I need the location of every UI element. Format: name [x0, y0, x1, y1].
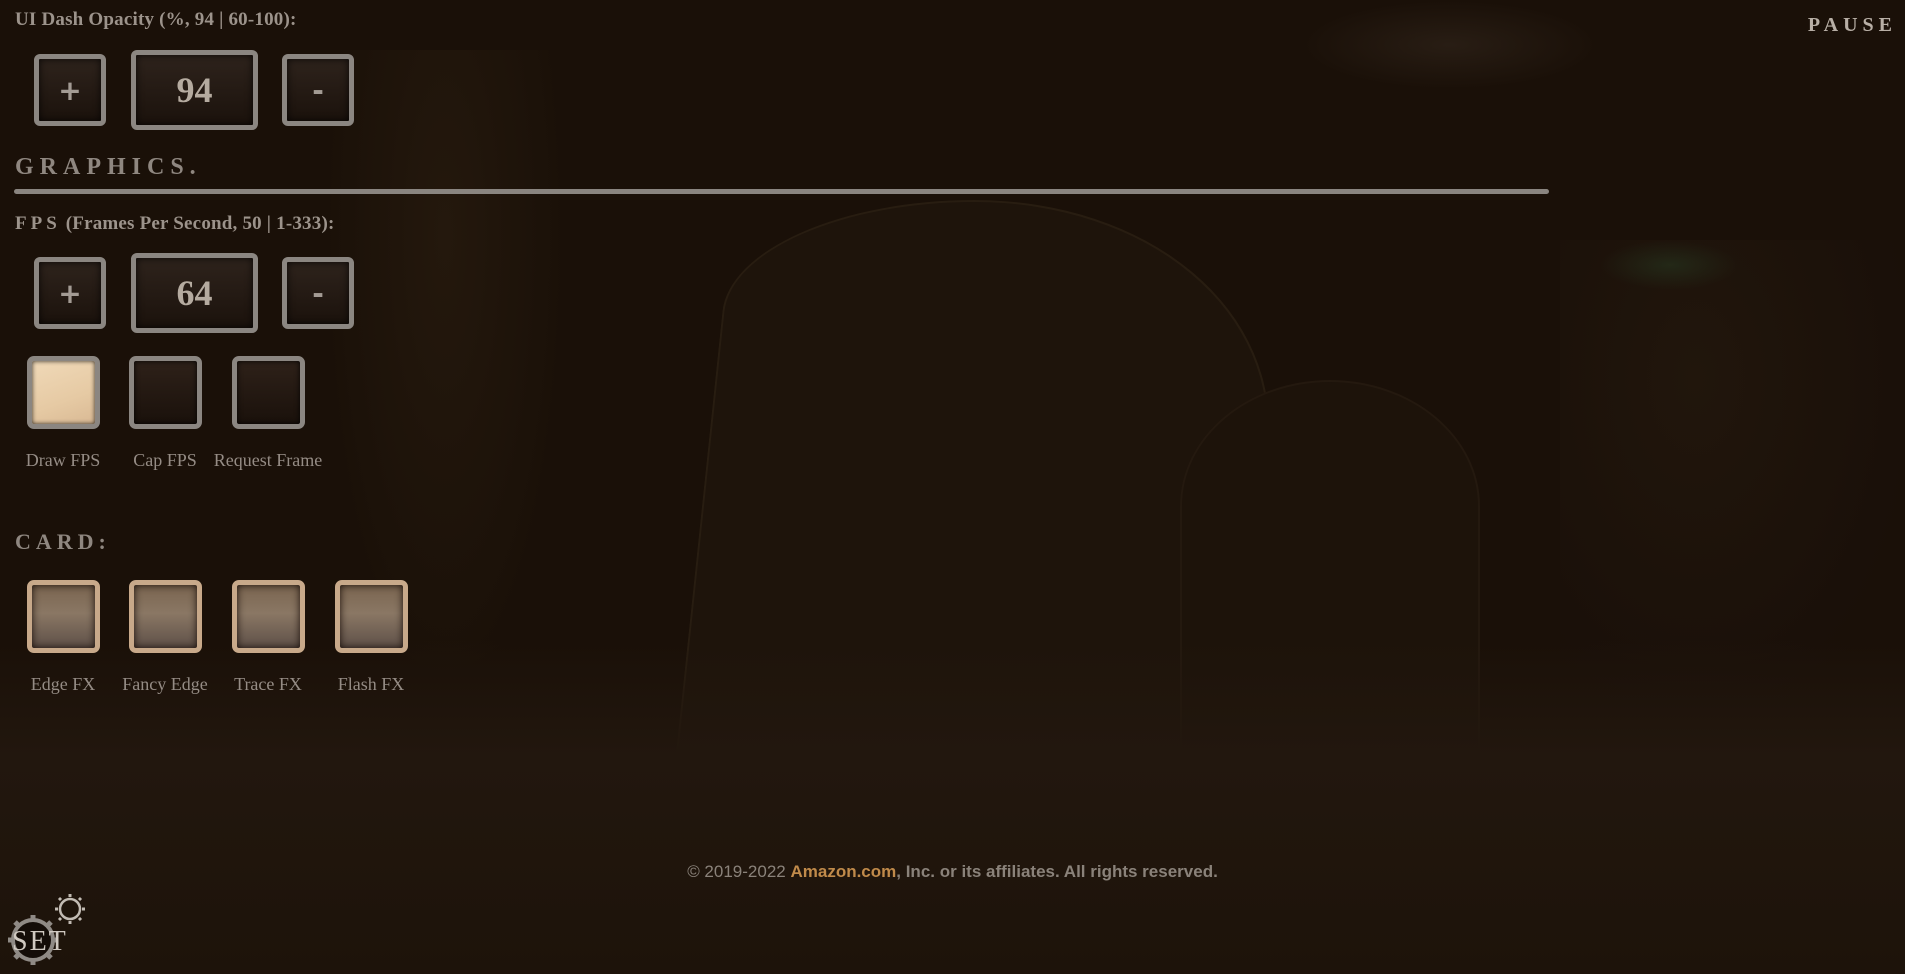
cap-fps-checkbox[interactable]	[129, 356, 202, 429]
draw-fps-label: Draw FPS	[25, 450, 101, 470]
opacity-increase-button[interactable]: +	[34, 54, 106, 126]
copyright-footer: © 2019-2022 Amazon.com, Inc. or its affi…	[0, 862, 1905, 882]
section-divider	[14, 189, 1549, 194]
plus-icon: +	[58, 276, 82, 310]
request-frame-checkbox[interactable]	[232, 356, 305, 429]
settings-panel: UI Dash Opacity (%, 94 | 60-100): + 94 -…	[0, 0, 1905, 974]
settings-gear-button[interactable]: SET	[4, 890, 90, 970]
opacity-decrease-button[interactable]: -	[282, 54, 354, 126]
fps-label-prefix: FPS	[15, 213, 61, 234]
fps-label-detail: (Frames Per Second, 50 | 1-333):	[60, 213, 335, 234]
card-section-title: CARD:	[15, 529, 111, 554]
graphics-section-title: GRAPHICS.	[15, 154, 202, 180]
set-logo-text: SET	[12, 926, 68, 957]
trace-fx-checkbox[interactable]	[232, 580, 305, 653]
edge-fx-label: Edge FX	[30, 674, 96, 694]
copyright-prefix: © 2019-2022	[687, 862, 791, 881]
fancy-edge-checkbox[interactable]	[129, 580, 202, 653]
opacity-value: 94	[131, 50, 258, 130]
draw-fps-checkbox[interactable]	[27, 356, 100, 429]
copyright-suffix: , Inc. or its affiliates. All rights res…	[896, 862, 1218, 881]
cap-fps-label: Cap FPS	[133, 450, 197, 470]
fps-decrease-button[interactable]: -	[282, 257, 354, 329]
request-frame-label: Request Frame	[213, 450, 323, 470]
plus-icon: +	[58, 73, 82, 107]
edge-fx-checkbox[interactable]	[27, 580, 100, 653]
fps-label: FPS (Frames Per Second, 50 | 1-333):	[15, 213, 335, 235]
fancy-edge-label: Fancy Edge	[122, 674, 208, 694]
flash-fx-label: Flash FX	[337, 674, 405, 694]
fps-value: 64	[131, 253, 258, 333]
trace-fx-label: Trace FX	[234, 674, 302, 694]
minus-icon: -	[312, 73, 324, 107]
amazon-link[interactable]: Amazon.com	[790, 862, 896, 881]
flash-fx-checkbox[interactable]	[335, 580, 408, 653]
pause-button[interactable]: PAUSE	[1808, 14, 1897, 37]
minus-icon: -	[312, 276, 324, 310]
opacity-label: UI Dash Opacity (%, 94 | 60-100):	[15, 9, 297, 30]
fps-increase-button[interactable]: +	[34, 257, 106, 329]
